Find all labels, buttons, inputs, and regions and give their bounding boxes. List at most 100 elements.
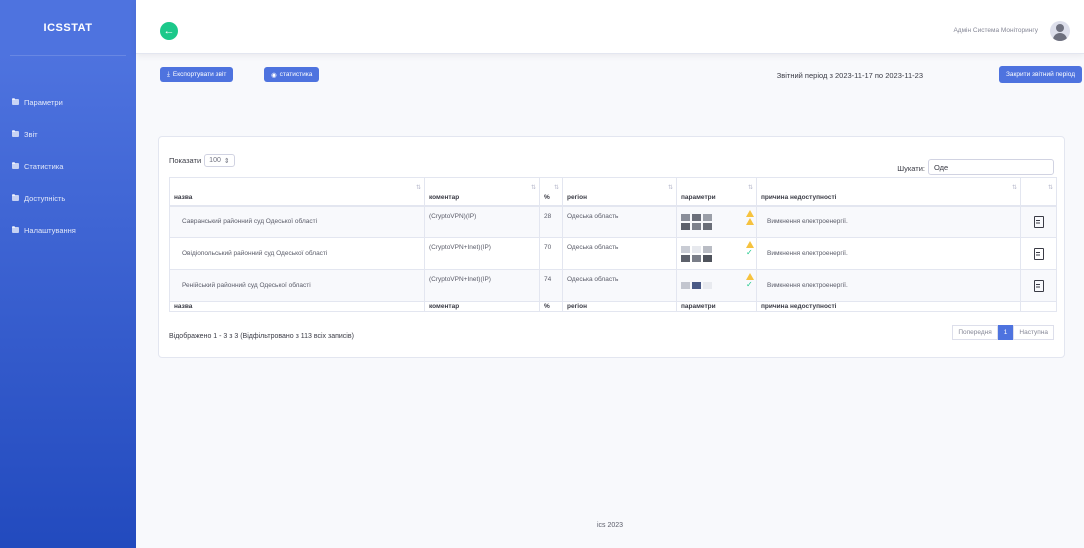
sidebar-item-parameters[interactable]: Параметри xyxy=(0,86,136,118)
table-info: Відображено 1 - 3 з 3 (Відфільтровано з … xyxy=(169,333,354,340)
cell-percent: 74 xyxy=(539,269,563,302)
chart-icon: ◉ xyxy=(271,71,277,79)
blurred-parameters xyxy=(681,282,721,289)
footer-header-parameters: параметри xyxy=(676,301,757,312)
cell-comment: (CryptoVPN)(IP) xyxy=(424,205,540,238)
avatar-head xyxy=(1056,24,1064,32)
close-period-button[interactable]: Закрити звітний період xyxy=(998,66,1082,83)
export-report-button[interactable]: ⤓ Експортувати звіт xyxy=(160,67,234,82)
cell-name: Овідіопольський районний суд Одеської об… xyxy=(169,237,425,270)
sort-icon: ⇅ xyxy=(1047,185,1053,191)
pagination-next-button[interactable]: Наступна xyxy=(1013,325,1054,340)
cell-actions xyxy=(1020,205,1057,238)
column-header-actions[interactable]: ⇅ xyxy=(1020,177,1057,207)
footer-header-comment: коментар xyxy=(424,301,540,312)
sidebar-nav: Параметри Звіт Статистика Доступність На… xyxy=(0,56,136,246)
warning-icon xyxy=(746,209,754,217)
column-header-region[interactable]: регіон ⇅ xyxy=(562,177,677,207)
sort-icon: ⇅ xyxy=(530,185,536,191)
footer-header-reason: причина недоступності xyxy=(756,301,1021,312)
reason-text: Вимкнення електроенергії. xyxy=(767,218,848,226)
sort-icon: ⇅ xyxy=(1011,185,1017,191)
pagination-prev-button[interactable]: Попередня xyxy=(952,325,998,340)
cell-name: Ренійський районний суд Одеської області xyxy=(169,269,425,302)
reporting-period: Звітний період з 2023-11-17 по 2023-11-2… xyxy=(776,71,923,80)
arrow-left-icon: ← xyxy=(163,25,175,37)
cell-comment: (CryptoVPN+Inet)(IP) xyxy=(424,269,540,302)
page-size-label: Показати xyxy=(169,156,202,165)
topbar: ← Адмін Система Моніторингу xyxy=(136,0,1084,54)
cell-reason: Вимкнення електроенергії. xyxy=(756,269,1021,302)
export-report-label: Експортувати звіт xyxy=(172,71,227,78)
brand-logo[interactable]: ICSSTAT xyxy=(10,0,126,56)
cell-reason: Вимкнення електроенергії. xyxy=(756,237,1021,270)
reason-text: Вимкнення електроенергії. xyxy=(767,282,848,289)
cell-region: Одеська область xyxy=(562,237,677,270)
sidebar: ICSSTAT Параметри Звіт Статистика Доступ… xyxy=(0,0,136,548)
table-row: Овідіопольський районний суд Одеської об… xyxy=(169,237,1057,270)
column-header-parameters[interactable]: параметри ⇅ xyxy=(676,177,757,207)
pagination-page-button[interactable]: 1 xyxy=(997,325,1014,340)
footer-header-region: регіон xyxy=(562,301,677,312)
cell-actions xyxy=(1020,237,1057,270)
page-size-control: Показати 100 ⇕ xyxy=(169,154,235,167)
cell-parameters: ✓ xyxy=(676,269,757,302)
folder-icon xyxy=(12,129,19,137)
blurred-parameters xyxy=(681,213,721,230)
table-row: Ренійський районний суд Одеської області… xyxy=(169,269,1057,302)
document-icon[interactable] xyxy=(1033,215,1044,228)
sidebar-item-label: Параметри xyxy=(24,97,63,107)
sidebar-item-settings[interactable]: Налаштування xyxy=(0,214,136,246)
folder-icon xyxy=(12,161,19,169)
cell-percent: 70 xyxy=(539,237,563,270)
cell-percent: 28 xyxy=(539,205,563,238)
sidebar-item-label: Налаштування xyxy=(24,225,76,235)
pagination: Попередня 1 Наступна xyxy=(952,325,1054,340)
status-icons xyxy=(746,209,754,225)
page-size-select[interactable]: 100 ⇕ xyxy=(204,154,235,167)
footer-header-name: назва xyxy=(169,301,425,312)
folder-icon xyxy=(12,193,19,201)
search-label: Шукати: xyxy=(897,164,925,173)
cell-parameters xyxy=(676,205,757,238)
column-header-percent[interactable]: % ⇅ xyxy=(539,177,563,207)
blurred-parameters xyxy=(681,245,721,262)
status-icons: ✓ xyxy=(746,273,754,289)
sidebar-item-report[interactable]: Звіт xyxy=(0,118,136,150)
sidebar-item-label: Доступність xyxy=(24,193,66,203)
column-header-comment[interactable]: коментар ⇅ xyxy=(424,177,540,207)
user-avatar-icon[interactable] xyxy=(1050,21,1070,41)
warning-icon xyxy=(746,217,754,225)
cell-region: Одеська область xyxy=(562,269,677,302)
column-header-reason[interactable]: причина недоступності ⇅ xyxy=(756,177,1021,207)
statistics-label: статистика xyxy=(279,71,313,78)
back-button[interactable]: ← xyxy=(160,22,178,40)
courts-table: назва ⇅ коментар ⇅ % ⇅ регіон ⇅ параметри ⇅ п… xyxy=(169,177,1057,312)
sidebar-item-label: Звіт xyxy=(24,129,38,139)
document-icon[interactable] xyxy=(1033,247,1044,260)
footer-header-percent: % xyxy=(539,301,563,312)
column-header-name[interactable]: назва ⇅ xyxy=(169,177,425,207)
report-table-card: Показати 100 ⇕ Шукати: назва⇅ коментар⇅ … xyxy=(158,136,1065,358)
cell-reason: Вимкнення електроенергії. xyxy=(756,205,1021,238)
cell-parameters: ✓ xyxy=(676,237,757,270)
warning-icon xyxy=(746,273,754,280)
statistics-button[interactable]: ◉ статистика xyxy=(264,67,320,82)
document-icon[interactable] xyxy=(1033,279,1044,292)
chevron-updown-icon: ⇕ xyxy=(223,157,230,165)
cell-region: Одеська область xyxy=(562,205,677,238)
table-row: Савранський районний суд Одеської област… xyxy=(169,205,1057,238)
sidebar-item-label: Статистика xyxy=(24,161,64,171)
cell-actions xyxy=(1020,269,1057,302)
reason-text: Вимкнення електроенергії. xyxy=(767,250,848,257)
user-name[interactable]: Адмін Система Моніторингу xyxy=(953,27,1038,34)
page-footer: ics 2023 xyxy=(596,522,624,529)
cell-name: Савранський районний суд Одеської област… xyxy=(169,205,425,238)
sidebar-item-statistics[interactable]: Статистика xyxy=(0,150,136,182)
search-input[interactable] xyxy=(928,159,1054,175)
sort-icon: ⇅ xyxy=(747,185,753,191)
sort-icon: ⇅ xyxy=(415,185,421,191)
sidebar-item-availability[interactable]: Доступність xyxy=(0,182,136,214)
folder-icon xyxy=(12,97,19,105)
download-icon: ⤓ xyxy=(167,70,170,78)
